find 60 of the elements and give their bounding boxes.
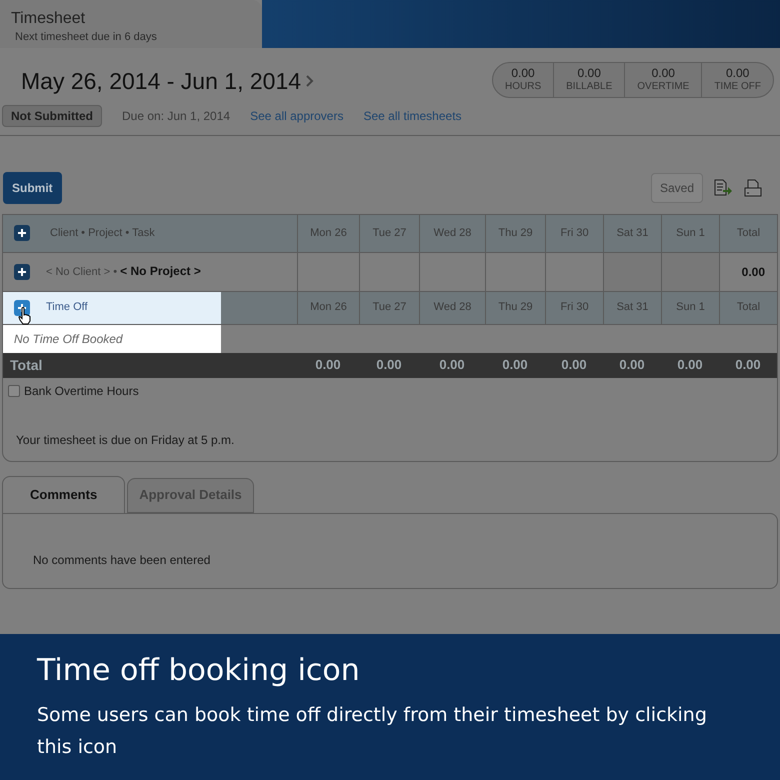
column-header: Thu 29: [498, 226, 533, 241]
stat-label: TIME OFF: [714, 81, 761, 94]
page-subtitle: Next timesheet due in 6 days: [15, 30, 158, 45]
hour-input[interactable]: [603, 252, 661, 290]
empty-message: No Time Off Booked: [14, 330, 123, 348]
time-off-label: Time Off: [46, 300, 88, 316]
row-total: 0.00: [742, 264, 765, 280]
next-chevron-icon[interactable]: [305, 74, 314, 88]
task-name: < No Client > • < No Project >: [46, 263, 201, 280]
due-date: Due on: Jun 1, 2014: [122, 108, 230, 124]
stat-value: 0.00: [726, 66, 750, 81]
stat-value: 0.00: [578, 66, 601, 81]
column-header: Thu 29: [498, 300, 533, 316]
column-header: Sat 31: [616, 300, 648, 316]
column-header: Sat 31: [616, 226, 648, 241]
stat-label: HOURS: [505, 81, 542, 94]
caption-title: Time off booking icon: [37, 652, 361, 690]
link[interactable]: See all timesheets: [363, 106, 462, 124]
export-document-icon[interactable]: [713, 178, 733, 198]
total-value: 0.00: [439, 356, 465, 374]
page-title: Timesheet: [11, 9, 86, 29]
checkbox-label: Bank Overtime Hours: [24, 382, 139, 400]
total-value: 0.00: [735, 356, 761, 374]
due-note: Your timesheet is due on Friday at 5 p.m.: [16, 432, 236, 448]
comments-empty: No comments have been entered: [33, 552, 210, 568]
column-header: Total: [736, 226, 760, 241]
add-icon[interactable]: [14, 225, 30, 241]
column-header: Tue 27: [372, 300, 406, 316]
caption-text: Some users can book time off directly from their timesheet by clicking this icon: [37, 703, 708, 760]
total-value: 0.00: [677, 356, 703, 374]
total-value: 0.00: [619, 356, 645, 374]
total-value: 0.00: [376, 356, 402, 374]
stat-value: 0.00: [652, 66, 675, 81]
hour-input[interactable]: [661, 252, 719, 290]
print-icon[interactable]: [743, 178, 763, 198]
column-header: Fri 30: [560, 226, 589, 241]
status-badge: Not Submitted: [2, 104, 102, 126]
date-range: May 26, 2014 - Jun 1, 2014: [21, 67, 302, 96]
column-header: Mon 26: [310, 300, 347, 316]
column-header: Client • Project • Task: [50, 226, 155, 241]
add-icon[interactable]: [14, 264, 30, 280]
column-header: Wed 28: [434, 226, 472, 241]
total-value: 0.00: [502, 356, 528, 374]
submit-button[interactable]: Submit: [3, 172, 62, 204]
total-value: 0.00: [315, 356, 341, 374]
column-header: Fri 30: [560, 300, 589, 316]
tab[interactable]: Comments: [2, 476, 126, 514]
totals-label: Total: [10, 356, 42, 374]
stat-label: BILLABLE: [566, 81, 612, 94]
stat-label: OVERTIME: [637, 81, 690, 94]
link[interactable]: See all approvers: [250, 106, 344, 124]
column-header: Tue 27: [372, 226, 406, 241]
column-header: Wed 28: [434, 300, 472, 316]
stat-value: 0.00: [511, 66, 535, 81]
column-header: Total: [736, 300, 760, 316]
total-value: 0.00: [561, 356, 587, 374]
checkbox[interactable]: [8, 384, 20, 396]
column-header: Mon 26: [310, 226, 347, 241]
column-header: Sun 1: [676, 300, 705, 316]
column-header: Sun 1: [676, 226, 705, 241]
